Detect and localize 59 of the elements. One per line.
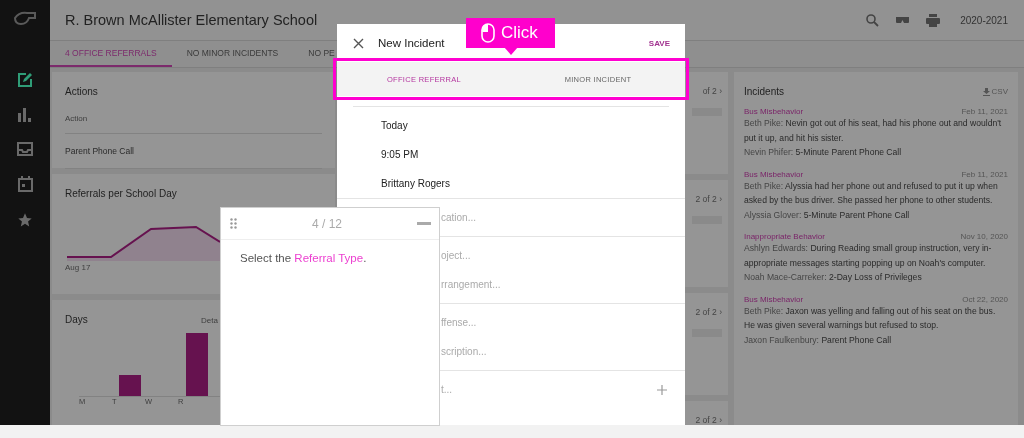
download-icon	[982, 87, 990, 96]
tab[interactable]: NO PE	[293, 41, 350, 67]
star-icon[interactable]	[17, 212, 33, 228]
incident-description: Beth Pike: Nevin got out of his seat, had his phone out and wouldn't put it up, and hit his sister.	[744, 117, 1003, 145]
pager-label[interactable]: 2 of 2 ›	[695, 415, 722, 425]
close-icon[interactable]	[353, 37, 364, 49]
incident-description: Beth Pike: Alyssia had her phone out and refused to put it up when asked by the bus driver. She passed her phone to other students.	[744, 179, 999, 207]
field-value[interactable]: Today	[381, 120, 408, 131]
guide-instruction: Select the Referral Type.	[240, 252, 368, 264]
click-callout: Click	[466, 18, 555, 48]
incident-action: Jaxon Faulkenbury: Parent Phone Call	[744, 333, 893, 347]
incident-type[interactable]: Bus Misbehavior	[744, 294, 804, 304]
incident-action: Nevin Phifer: 5-Minute Parent Phone Call	[744, 146, 903, 159]
incident-type[interactable]: Bus Misbehavior	[744, 107, 804, 116]
card-title: Actions	[65, 86, 99, 97]
card-title: Incidents	[744, 86, 785, 97]
incident-action: Noah Mace-Carreker: 2-Day Loss of Privileges	[744, 271, 923, 284]
bar-chart-icon[interactable]	[17, 108, 33, 122]
inbox-icon[interactable]	[17, 142, 33, 156]
calendar-icon[interactable]	[17, 176, 33, 192]
incident-type[interactable]: Bus Misbehavior	[744, 169, 804, 179]
action-cell: Parent Phone Call	[65, 146, 134, 156]
plus-icon[interactable]	[657, 384, 667, 395]
card-title: Days	[65, 314, 88, 325]
step-counter: 4 / 12	[312, 216, 342, 231]
incident-description: Ashlyn Edwards: During Reading small group instruction, very in-appropriate messages starting popping up on Noah's computer.	[744, 242, 993, 270]
pager-label[interactable]: 2 of 2 ›	[695, 194, 722, 205]
edit-icon[interactable]	[17, 72, 33, 88]
field-value[interactable]: 9:05 PM	[381, 149, 419, 160]
incident-type[interactable]: Inappropriate Behavior	[744, 232, 825, 241]
tab[interactable]: NO MINOR INCIDENTS	[171, 41, 294, 67]
csv-link[interactable]: CSV	[982, 87, 1008, 96]
pager-label[interactable]: 2 of 2 ›	[695, 306, 722, 317]
field-placeholder[interactable]: t...	[441, 384, 453, 395]
details-link[interactable]: Deta	[201, 316, 218, 325]
field-placeholder[interactable]: ffense...	[441, 317, 477, 328]
whistle-logo-icon	[13, 10, 37, 26]
callout-pointer	[504, 47, 518, 55]
drag-handle-icon[interactable]	[230, 218, 237, 229]
axis-label: Aug 17	[65, 263, 92, 272]
school-title: R. Brown McAllister Elementary School	[65, 12, 319, 28]
card-title: Referrals per School Day	[65, 188, 178, 199]
mask-icon[interactable]	[895, 16, 911, 24]
search-icon[interactable]	[866, 13, 880, 27]
save-button[interactable]: SAVE	[648, 38, 670, 48]
school-year[interactable]: 2020-2021	[960, 14, 1008, 26]
field-placeholder[interactable]: rrangement...	[441, 279, 501, 290]
field-placeholder[interactable]: oject...	[441, 250, 471, 261]
incident-action: Alyssia Glover: 5-Minute Parent Phone Call	[744, 208, 911, 222]
field-placeholder[interactable]: scription...	[441, 346, 487, 357]
mouse-icon	[481, 23, 495, 43]
field-placeholder[interactable]: cation...	[441, 212, 477, 223]
dialog-title: New Incident	[378, 37, 446, 49]
tab[interactable]: 4 OFFICE REFERRALS	[50, 41, 172, 67]
pager-label[interactable]: of 2 ›	[702, 86, 722, 96]
print-icon[interactable]	[926, 13, 941, 27]
field-value[interactable]: Brittany Rogers	[381, 178, 450, 189]
incident-description: Beth Pike: Jaxon was yelling and falling out of his seat on the bus. He was given several warnings but refused to stop.	[744, 304, 997, 332]
column-header: Action	[65, 114, 88, 123]
